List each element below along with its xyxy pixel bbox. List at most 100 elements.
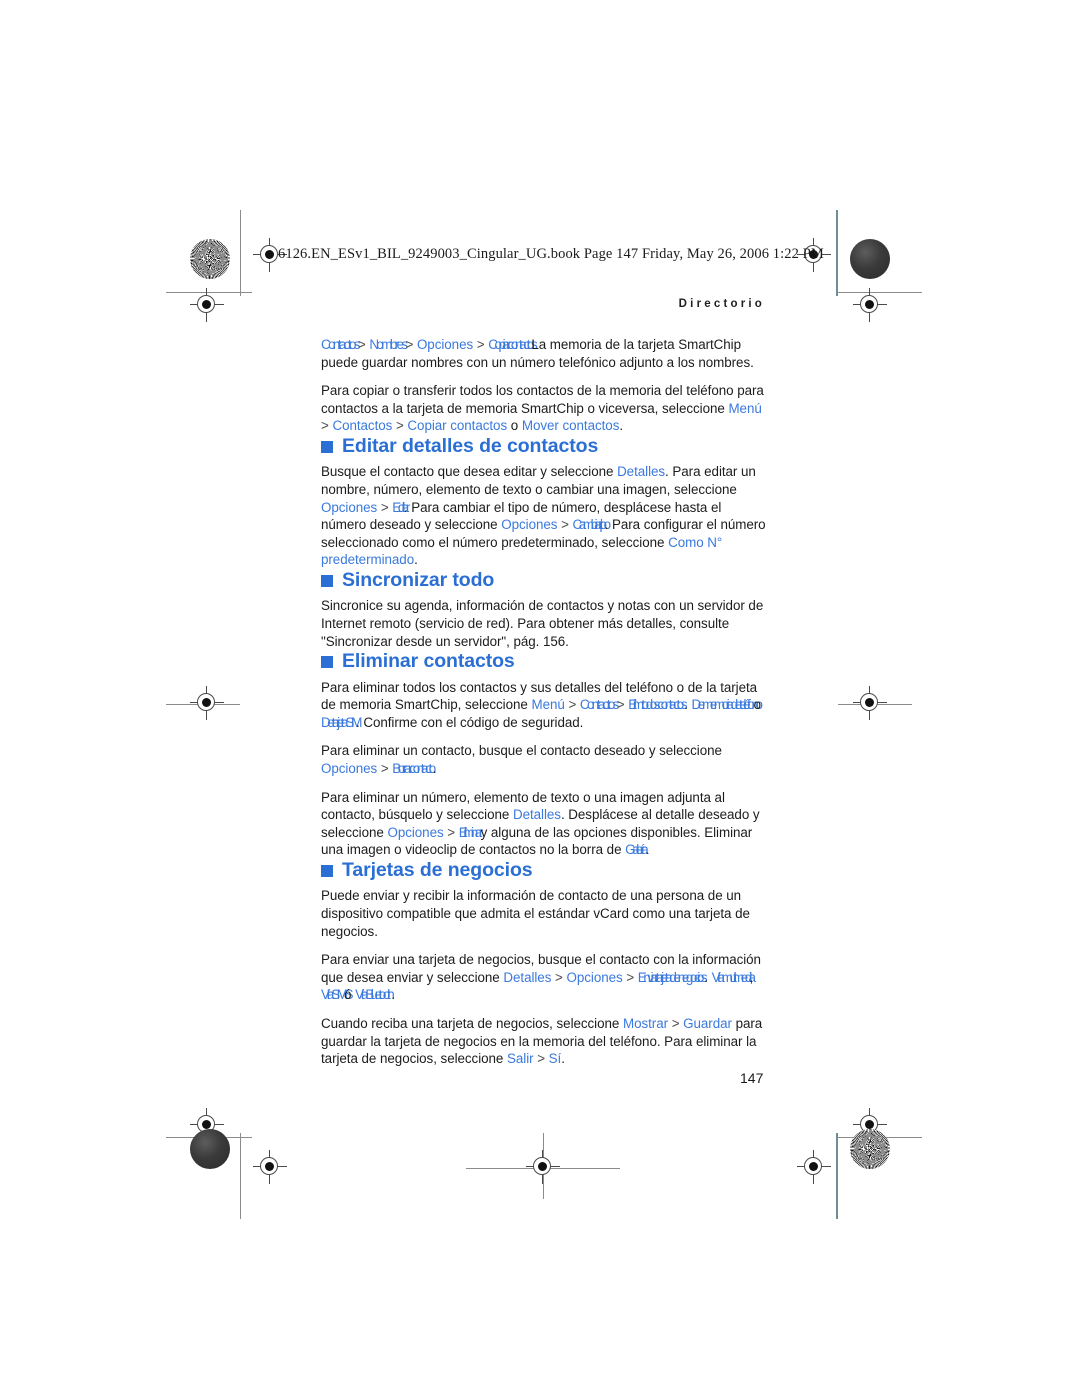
ui-term-detalles: Detalles <box>512 807 561 823</box>
paragraph-terminator: . <box>704 969 708 985</box>
running-head-chapter: Directorio <box>678 298 765 310</box>
source-file-header: 6126.EN_ESv1_BIL_9249003_Cingular_UG.boo… <box>278 246 824 262</box>
paragraph-terminator: . <box>561 1051 565 1067</box>
screen-angle-rosette-bottom-right <box>850 1129 890 1169</box>
heading-text: Sincronizar todo <box>342 568 495 591</box>
breadcrumb-separator: > <box>380 499 389 515</box>
breadcrumb-separator: > <box>405 337 414 352</box>
density-patch-bottom-left <box>190 1129 230 1169</box>
paragraph-edit-contact-details: Busque el contacto que desea editar y se… <box>321 463 766 569</box>
page-body-column: Contactos> Nombres> Opciones > Copiar co… <box>321 336 766 1068</box>
ui-term-detalles: Detalles <box>503 969 552 985</box>
breadcrumb-separator: > <box>671 1015 680 1031</box>
breadcrumb-separator: > <box>395 418 404 434</box>
paragraph-lead-text: Busque el contacto que desea editar y se… <box>321 464 618 480</box>
breadcrumb-separator: > <box>555 969 563 985</box>
breadcrumb-separator: > <box>561 517 569 533</box>
ui-term-opciones: Opciones <box>566 969 623 985</box>
ui-term-guardar: Guardar <box>683 1015 732 1031</box>
ui-term-cambiar-tipo: Cambiar tipo <box>572 517 612 533</box>
ui-term-si: Sí <box>548 1051 562 1067</box>
ui-term-copiar-contactos: Copiar contactos <box>488 337 538 352</box>
conjunction-o: o <box>753 697 761 713</box>
section-bullet-square <box>321 575 333 588</box>
heading-text: Editar detalles de contactos <box>342 434 599 457</box>
ui-term-elim-todos-contactos: Elim. todos contactos <box>628 697 687 713</box>
paragraph-business-cards-intro: Puede enviar y recibir la información de… <box>321 888 750 939</box>
section-bullet-square <box>321 441 333 454</box>
intro-tail-text: La memoria de la tarjeta <box>531 337 675 352</box>
registration-mark-left-middle <box>190 288 224 322</box>
density-patch-top-right <box>850 239 890 279</box>
registration-mark-bottom-right <box>797 1150 831 1184</box>
paragraph-copy-contacts-intro: Contactos> Nombres> Opciones > Copiar co… <box>321 336 766 371</box>
ui-term-via-bluetooth: Vía Bluetooth <box>355 987 395 1003</box>
paragraph-lead-text: Para eliminar un contacto, busque el con… <box>321 743 722 759</box>
paragraph-terminator: . <box>684 697 688 713</box>
breadcrumb-separator: > <box>626 969 635 985</box>
trim-rule-left-lower <box>240 1133 241 1219</box>
paragraph-lead-text: Para copiar o transferir todos los conta… <box>321 383 764 416</box>
trim-rule-right-upper <box>836 210 838 296</box>
paragraph-delete-single-contact: Para eliminar un contacto, busque el con… <box>321 742 766 777</box>
ui-term-salir: Salir <box>507 1051 534 1067</box>
section-bullet-square <box>321 656 333 669</box>
heading-eliminar-contactos: Eliminar contactos <box>321 650 766 672</box>
paragraph-terminator: . <box>432 760 437 776</box>
breadcrumb-separator: > <box>380 760 389 776</box>
breadcrumb-separator: > <box>447 824 456 840</box>
registration-mark-bottom-center <box>526 1150 560 1184</box>
conjunction-o: ó <box>344 987 352 1003</box>
ui-term-via-multimedia: Vía multimedia <box>711 969 756 985</box>
ui-term-opciones: Opciones <box>501 517 558 533</box>
ui-term-menu: Menú <box>531 697 565 713</box>
ui-term-copiar-contactos: Copiar contactos <box>407 418 508 434</box>
ui-term-enviar-tarjeta-de-negocios: Enviar tarjeta de negocios <box>637 969 708 985</box>
breadcrumb-separator: > <box>568 697 577 713</box>
ui-term-opciones: Opciones <box>321 760 378 776</box>
paragraph-terminator: . <box>645 842 649 858</box>
ui-term-de-tarjeta-sim: De tarjeta SIM <box>321 714 362 730</box>
registration-mark-left-center <box>190 686 224 720</box>
breadcrumb-separator: > <box>616 697 625 713</box>
paragraph-send-business-card: Para enviar una tarjeta de negocios, bus… <box>321 951 766 1004</box>
trim-rule-left-upper <box>240 210 241 296</box>
heading-sincronizar-todo: Sincronizar todo <box>321 569 766 591</box>
ui-term-contactos: Contactos <box>579 697 619 713</box>
ui-term-contactos: Contactos <box>332 418 393 434</box>
paragraph-transfer-contacts: Para copiar o transferir todos los conta… <box>321 382 766 435</box>
ui-term-detalles: Detalles <box>617 464 666 480</box>
heading-text: Eliminar contactos <box>342 650 515 673</box>
paragraph-receive-business-card: Cuando reciba una tarjeta de negocios, s… <box>321 1015 766 1068</box>
section-bullet-square <box>321 865 333 878</box>
paragraph-terminator: . <box>619 418 624 434</box>
document-page: 6126.EN_ESv1_BIL_9249003_Cingular_UG.boo… <box>0 0 1080 1397</box>
ui-term-mover-contactos: Mover contactos <box>521 418 620 434</box>
paragraph-tail-text: . Confirme con el código de seguridad. <box>355 714 584 730</box>
heading-text: Tarjetas de negocios <box>342 858 533 881</box>
page-number-folio: 147 <box>740 1070 764 1086</box>
ui-term-borrar-contacto: Borrar contacto <box>392 760 436 776</box>
breadcrumb-separator: > <box>321 418 329 434</box>
trim-rule-right-lower <box>836 1133 838 1219</box>
heading-editar-detalles-de-contactos: Editar detalles de contactos <box>321 435 766 457</box>
registration-mark-right-center <box>853 686 887 720</box>
heading-tarjetas-de-negocios: Tarjetas de negocios <box>321 859 766 881</box>
list-comma: , <box>749 969 754 985</box>
registration-mark-right-middle <box>853 288 887 322</box>
paragraph-synchronize-all: Sincronice su agenda, información de con… <box>321 598 764 649</box>
ui-term-opciones: Opciones <box>321 499 378 515</box>
breadcrumb-separator: > <box>476 337 485 352</box>
breadcrumb-separator: > <box>537 1051 545 1067</box>
ui-term-de-memoria-de-telefono: De memoria de teléfono <box>691 697 763 713</box>
ui-term-nombres: Nombres <box>369 337 408 352</box>
ui-term-galeria: Galería <box>625 842 649 858</box>
paragraph-terminator: . <box>414 552 418 568</box>
ui-term-contactos: Contactos <box>321 337 360 352</box>
ui-term-menu: Menú <box>728 400 762 416</box>
conjunction-o: o <box>510 418 519 434</box>
ui-term-opciones: Opciones <box>387 824 444 840</box>
ui-term-mostrar: Mostrar <box>622 1015 669 1031</box>
paragraph-delete-all-contacts: Para eliminar todos los contactos y sus … <box>321 679 766 732</box>
paragraph-delete-contact-detail: Para eliminar un número, elemento de tex… <box>321 789 766 859</box>
